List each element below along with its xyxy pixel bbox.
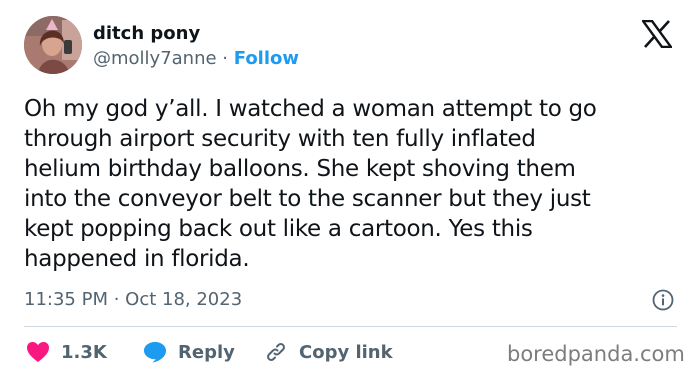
info-icon[interactable]: [652, 289, 674, 311]
link-icon: [267, 343, 285, 361]
like-count: 1.3K: [61, 341, 107, 363]
tweet-text-line: through airport security with ten fully …: [24, 126, 536, 152]
tweet-text-line: helium birthday balloons. She kept shovi…: [24, 156, 576, 182]
reply-label: Reply: [178, 341, 235, 363]
tweet-text: Oh my god y’all. I watched a woman attem…: [24, 94, 684, 274]
tweet-text-line: into the conveyor belt to the scanner bu…: [24, 186, 591, 212]
tweet-text-line: kept popping back out like a cartoon. Ye…: [24, 216, 533, 242]
tweet-text-line: Oh my god y’all. I watched a woman attem…: [24, 96, 597, 122]
author-handle[interactable]: @molly7anne: [93, 48, 217, 69]
copy-link-label: Copy link: [299, 341, 393, 363]
tweet-text-line: happened in florida.: [24, 246, 250, 272]
divider: [24, 326, 677, 327]
author-display-name[interactable]: ditch pony: [93, 22, 200, 46]
author-meta: @molly7anne · Follow: [93, 47, 299, 71]
heart-icon: [27, 342, 49, 362]
tweet-timestamp[interactable]: 11:35 PM · Oct 18, 2023: [24, 288, 242, 312]
watermark: boredpanda.com: [507, 342, 685, 366]
timestamp-separator: ·: [107, 289, 126, 310]
copy-link-button[interactable]: Copy link: [264, 339, 393, 365]
reply-button[interactable]: Reply: [143, 339, 235, 365]
follow-button[interactable]: Follow: [234, 48, 299, 69]
like-button[interactable]: 1.3K: [26, 339, 107, 365]
tweet-time: 11:35 PM: [24, 289, 108, 310]
x-logo-icon[interactable]: [642, 20, 672, 48]
avatar-photo: [24, 16, 82, 74]
handle-separator: ·: [216, 48, 234, 69]
avatar[interactable]: [24, 16, 82, 74]
tweet-date: Oct 18, 2023: [125, 289, 243, 310]
speech-bubble-icon: [144, 342, 166, 363]
